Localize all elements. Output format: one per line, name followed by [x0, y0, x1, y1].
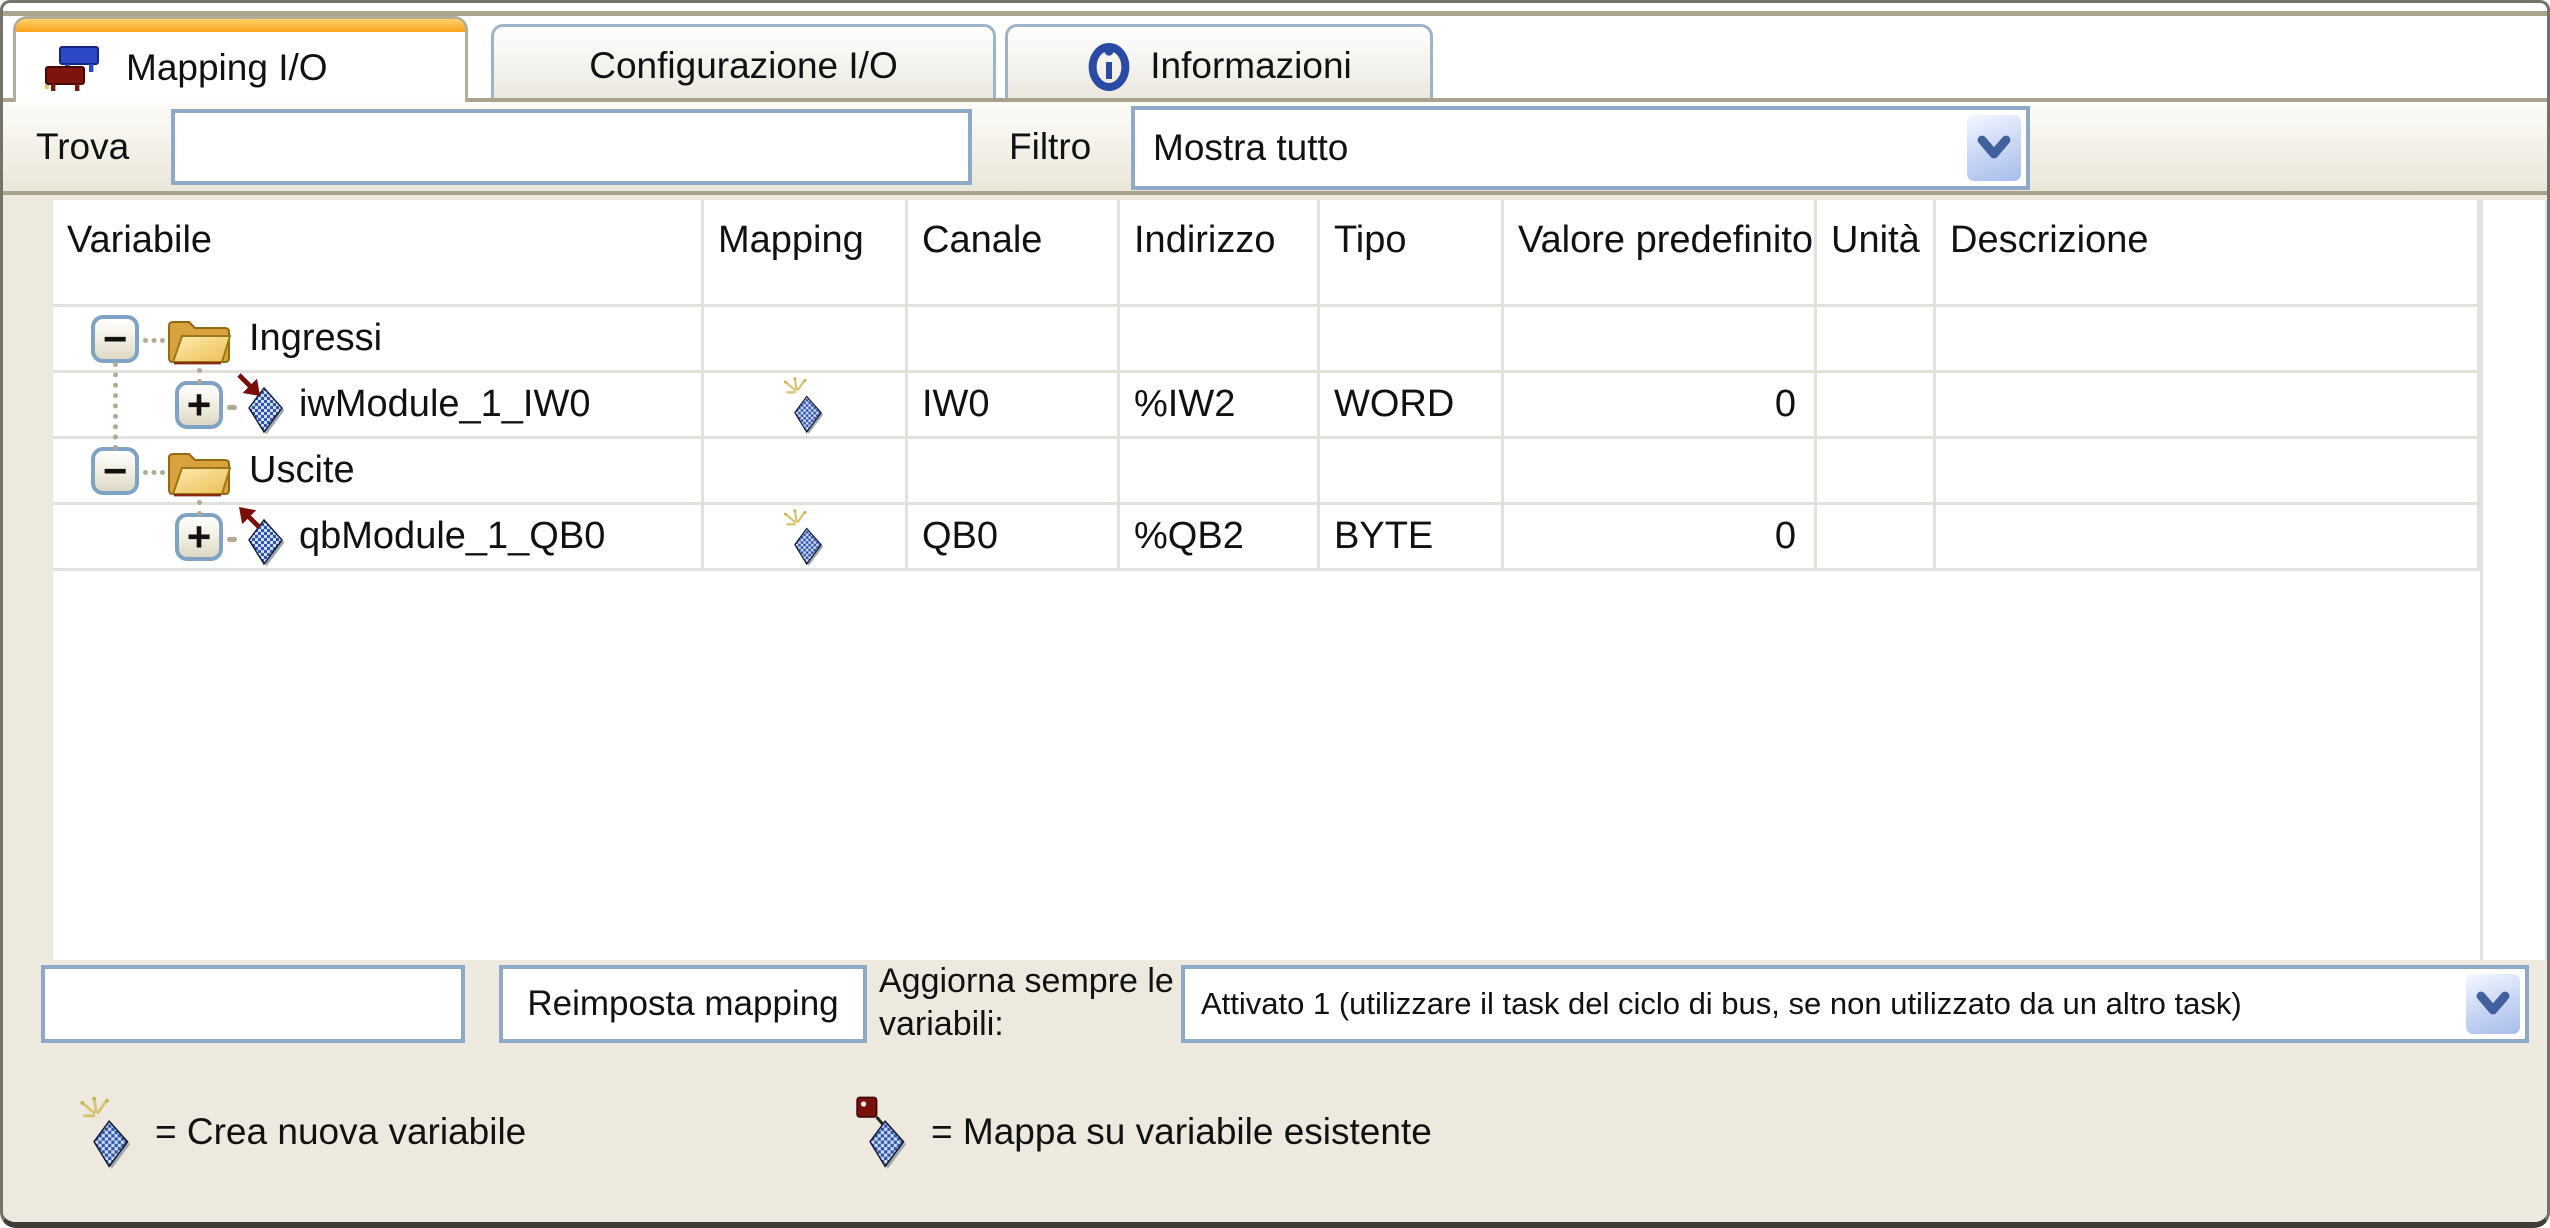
filter-label: Filtro: [1009, 102, 1091, 191]
tab-label: Informazioni: [1150, 45, 1352, 87]
mapping-tab-icon: [44, 44, 102, 92]
folder-icon: [165, 312, 231, 366]
tree-row-iwmodule[interactable]: + iwModule_1_IW0: [53, 373, 704, 439]
map-existing-variable-icon: [855, 1095, 911, 1169]
group-label: Ingressi: [249, 317, 382, 360]
collapse-button[interactable]: −: [91, 315, 139, 363]
canale-cell: IW0: [908, 373, 1120, 439]
tab-configurazione-io[interactable]: Configurazione I/O: [491, 24, 996, 104]
tree-connector: [227, 405, 237, 410]
canale-cell: QB0: [908, 505, 1120, 571]
filter-dropdown[interactable]: Mostra tutto: [1131, 106, 2030, 190]
active-tab-accent: [16, 19, 465, 34]
info-icon: [1086, 41, 1132, 91]
footer-empty-field[interactable]: [41, 965, 465, 1043]
valore-predefinito-cell: 0: [1504, 373, 1817, 439]
column-header-unita: Unità: [1817, 200, 1936, 307]
column-header-mapping: Mapping: [704, 200, 908, 307]
update-variables-dropdown[interactable]: Attivato 1 (utilizzare il task del ciclo…: [1181, 965, 2529, 1043]
variable-label: iwModule_1_IW0: [299, 383, 590, 426]
tree-connector: [197, 368, 202, 384]
descrizione-cell: [1936, 373, 2480, 439]
create-new-variable-icon: [783, 376, 827, 434]
column-header-variabile: Variabile: [53, 200, 704, 307]
valore-predefinito-cell: 0: [1504, 505, 1817, 571]
expand-button[interactable]: +: [175, 381, 223, 429]
mapping-cell[interactable]: [704, 373, 908, 439]
find-input[interactable]: [171, 109, 972, 185]
find-label: Trova: [36, 102, 129, 191]
collapse-button[interactable]: −: [91, 447, 139, 495]
expand-button[interactable]: +: [175, 513, 223, 561]
table-gutter-line: [2480, 200, 2483, 960]
column-header-descrizione: Descrizione: [1936, 200, 2480, 307]
filter-dropdown-value: Mostra tutto: [1135, 127, 1962, 169]
find-filter-toolbar: Trova Filtro Mostra tutto: [3, 98, 2547, 195]
tree-connector: [227, 537, 237, 542]
tab-label: Mapping I/O: [126, 47, 328, 89]
chevron-down-icon[interactable]: [2465, 973, 2521, 1035]
tree-connector: [143, 470, 165, 475]
unita-cell: [1817, 505, 1936, 571]
tab-label: Configurazione I/O: [589, 45, 898, 87]
update-variables-value: Attivato 1 (utilizzare il task del ciclo…: [1185, 986, 2461, 1022]
tipo-cell: WORD: [1320, 373, 1504, 439]
legend-text: = Mappa su variabile esistente: [931, 1111, 1432, 1153]
output-variable-icon: [237, 505, 287, 569]
mapping-cell[interactable]: [704, 505, 908, 571]
unita-cell: [1817, 373, 1936, 439]
tree-connector: [113, 362, 118, 450]
column-header-canale: Canale: [908, 200, 1120, 307]
variable-label: qbModule_1_QB0: [299, 515, 605, 558]
tab-informazioni[interactable]: Informazioni: [1005, 24, 1433, 104]
scrollbar-gutter: [2480, 200, 2545, 307]
tree-connector: [197, 500, 202, 516]
legend-map-existing: = Mappa su variabile esistente: [855, 1095, 1432, 1169]
input-variable-icon: [237, 373, 287, 437]
create-new-variable-icon: [79, 1095, 135, 1169]
legend-create-new: = Crea nuova variabile: [79, 1095, 526, 1169]
create-new-variable-icon: [783, 508, 827, 566]
folder-icon: [165, 444, 231, 498]
io-mapping-panel: Mapping I/O Configurazione I/O Informazi…: [0, 0, 2550, 1228]
column-header-indirizzo: Indirizzo: [1120, 200, 1320, 307]
update-variables-label: Aggiorna sempre le variabili:: [879, 960, 1179, 1045]
chevron-down-icon[interactable]: [1966, 114, 2022, 182]
io-mapping-table: Variabile Mapping Canale Indirizzo Tipo …: [53, 200, 2548, 960]
group-label: Uscite: [249, 449, 355, 492]
indirizzo-cell: %QB2: [1120, 505, 1320, 571]
descrizione-cell: [1936, 505, 2480, 571]
tipo-cell: BYTE: [1320, 505, 1504, 571]
tree-connector: [143, 338, 165, 343]
column-header-tipo: Tipo: [1320, 200, 1504, 307]
reset-mapping-button[interactable]: Reimposta mapping: [499, 965, 867, 1043]
tab-mapping-io[interactable]: Mapping I/O: [13, 16, 468, 102]
legend-text: = Crea nuova variabile: [155, 1111, 526, 1153]
tree-row-qbmodule[interactable]: + qbModule_1_QB0: [53, 505, 704, 571]
indirizzo-cell: %IW2: [1120, 373, 1320, 439]
column-header-valore-predefinito: Valore predefinito: [1504, 200, 1817, 307]
